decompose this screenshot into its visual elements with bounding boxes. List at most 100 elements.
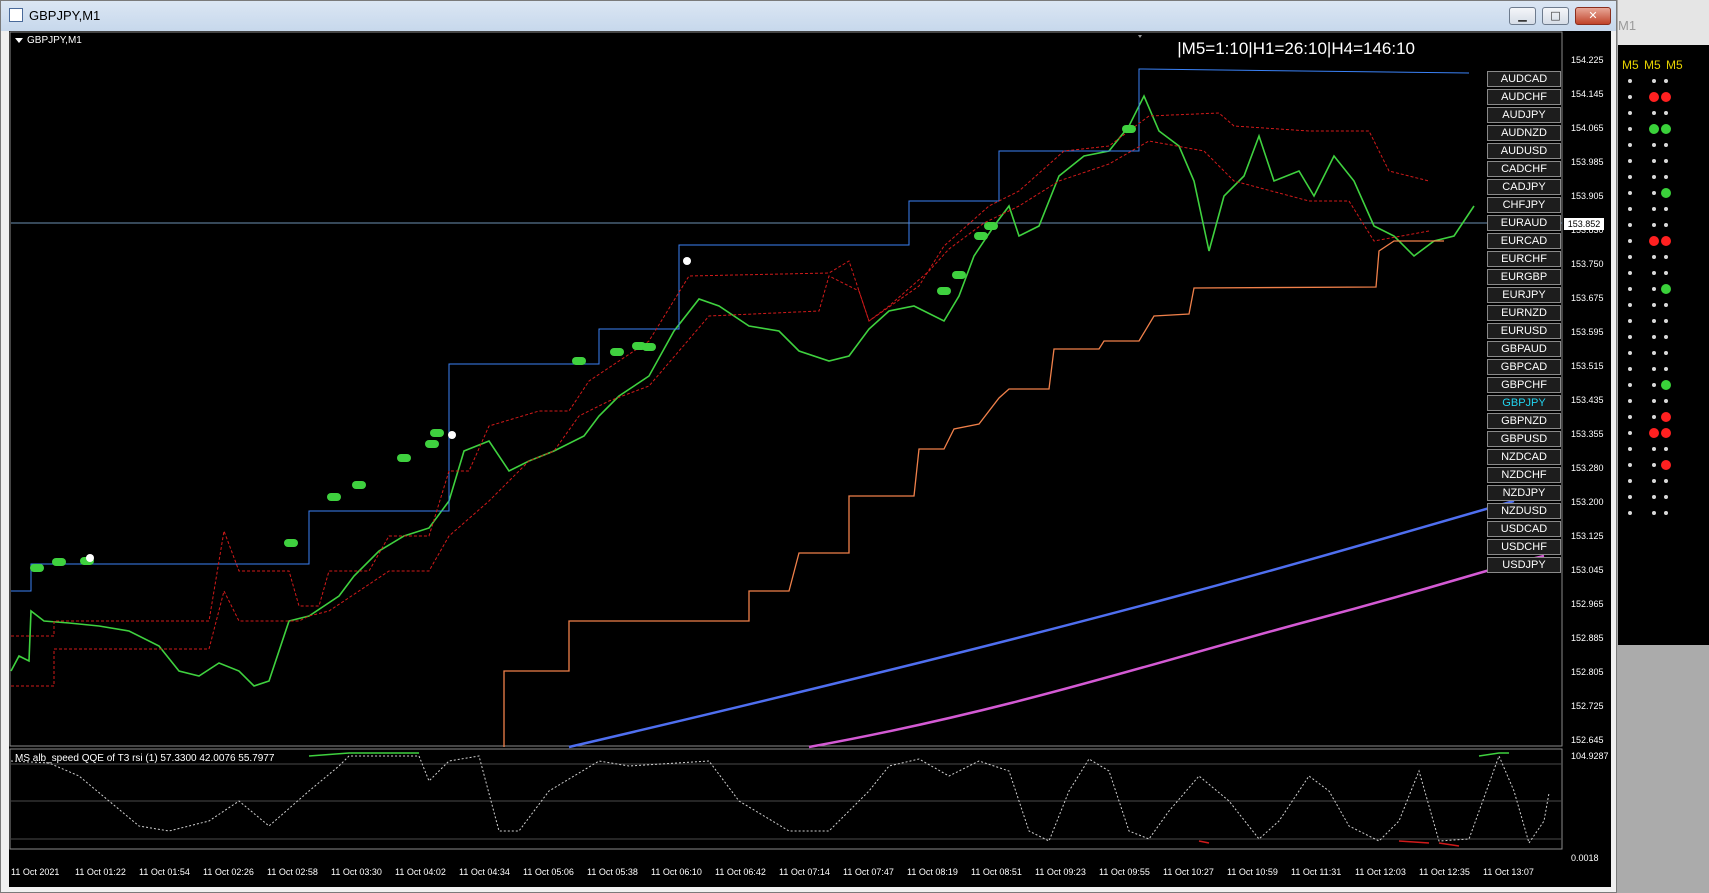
price-tick-label: 153.675 — [1571, 293, 1604, 303]
symbol-button-nzdusd[interactable]: NZDUSD — [1487, 503, 1561, 519]
price-panel-frame — [9, 31, 1563, 747]
signal-dot-white — [1652, 111, 1656, 115]
price-scale[interactable]: 154.225 154.145 154.065 153.985 153.905 153.8… — [1563, 31, 1611, 747]
symbol-button-chfjpy[interactable]: CHFJPY — [1487, 197, 1561, 213]
minimize-button[interactable]: ▁ — [1509, 7, 1536, 25]
symbol-button-gbpaud[interactable]: GBPAUD — [1487, 341, 1561, 357]
title-bar[interactable]: GBPJPY,M1 ▁ □ ✕ — [1, 1, 1616, 31]
signal-dot-white — [1652, 415, 1656, 419]
chart-canvas[interactable]: GBPJPY,M1 |M5=1:10|H1=26:10|H4=146:10 15… — [9, 31, 1611, 887]
signal-dot-white — [1652, 255, 1656, 259]
buy-signal-marker — [52, 558, 66, 566]
buy-signal-marker — [430, 429, 444, 437]
symbol-button-gbpjpy[interactable]: GBPJPY — [1487, 395, 1561, 411]
signal-dot-white — [1628, 463, 1632, 467]
signal-dot-red — [1661, 236, 1671, 246]
time-tick-label: 11 Oct 06:10 — [651, 867, 702, 877]
symbol-button-audusd[interactable]: AUDUSD — [1487, 143, 1561, 159]
symbol-button-gbpchf[interactable]: GBPCHF — [1487, 377, 1561, 393]
qqe-oversold-segment — [1398, 840, 1430, 844]
symbol-button-gbpnzd[interactable]: GBPNZD — [1487, 413, 1561, 429]
maximize-icon: □ — [1550, 9, 1561, 22]
signal-dot-white — [1664, 367, 1668, 371]
symbol-button-usdcad[interactable]: USDCAD — [1487, 521, 1561, 537]
symbol-button-cadjpy[interactable]: CADJPY — [1487, 179, 1561, 195]
symbol-button-cadchf[interactable]: CADCHF — [1487, 161, 1561, 177]
symbol-button-eurchf[interactable]: EURCHF — [1487, 251, 1561, 267]
symbol-button-usdchf[interactable]: USDCHF — [1487, 539, 1561, 555]
buy-signal-marker — [572, 357, 586, 365]
signal-dot-white — [1652, 383, 1656, 387]
buy-signal-marker — [984, 222, 998, 230]
side-window-title: M1 — [1618, 18, 1637, 33]
buy-signal-marker — [284, 539, 298, 547]
price-tick-label: 153.515 — [1571, 361, 1604, 371]
orange-step-line — [503, 240, 1444, 747]
signal-dot-white — [1628, 431, 1632, 435]
time-tick-label: 11 Oct 05:06 — [523, 867, 574, 877]
signal-dot-white — [1652, 335, 1656, 339]
symbol-button-eurnzd[interactable]: EURNZD — [1487, 305, 1561, 321]
signal-dot-white — [1664, 319, 1668, 323]
time-tick-label: 11 Oct 12:03 — [1355, 867, 1406, 877]
symbol-button-eurgbp[interactable]: EURGBP — [1487, 269, 1561, 285]
signal-dot-white — [1652, 271, 1656, 275]
symbol-button-audcad[interactable]: AUDCAD — [1487, 71, 1561, 87]
signal-dot-white — [1664, 495, 1668, 499]
signal-dot-white — [1628, 111, 1632, 115]
signal-dot-white — [1628, 287, 1632, 291]
signal-dot-white — [1628, 223, 1632, 227]
indicator-title: MS alb_speed QQE of T3 rsi (1) 57.3300 4… — [15, 753, 275, 764]
symbol-button-eurjpy[interactable]: EURJPY — [1487, 287, 1561, 303]
signal-dot-white — [1652, 351, 1656, 355]
price-tick-label: 153.750 — [1571, 259, 1604, 269]
time-tick-label: 11 Oct 03:30 — [331, 867, 382, 877]
symbol-button-euraud[interactable]: EURAUD — [1487, 215, 1561, 231]
buy-signal-marker — [30, 564, 44, 572]
chart-symbol-label[interactable]: GBPJPY,M1 — [15, 35, 82, 46]
symbol-button-audjpy[interactable]: AUDJPY — [1487, 107, 1561, 123]
signal-column-header: M5 — [1622, 58, 1639, 72]
signal-dot-white — [1628, 95, 1632, 99]
red-band-upper — [11, 112, 1430, 637]
signal-dot-white — [1628, 143, 1632, 147]
timeframe-countdown: |M5=1:10|H1=26:10|H4=146:10 — [1177, 39, 1415, 58]
buy-signal-marker — [952, 271, 966, 279]
signal-dot-green — [1661, 284, 1671, 294]
symbol-button-audchf[interactable]: AUDCHF — [1487, 89, 1561, 105]
signal-dot-white — [1664, 207, 1668, 211]
time-tick-label: 11 Oct 09:23 — [1035, 867, 1086, 877]
magenta-moving-average — [808, 554, 1545, 749]
symbol-button-eurusd[interactable]: EURUSD — [1487, 323, 1561, 339]
time-tick-label: 11 Oct 09:55 — [1099, 867, 1150, 877]
price-tick-label: 152.885 — [1571, 633, 1604, 643]
buy-signal-marker — [397, 454, 411, 462]
symbol-button-gbpusd[interactable]: GBPUSD — [1487, 431, 1561, 447]
close-button[interactable]: ✕ — [1575, 7, 1611, 25]
symbol-button-eurcad[interactable]: EURCAD — [1487, 233, 1561, 249]
signal-dot-white — [1652, 79, 1656, 83]
time-tick-label: 11 Oct 07:47 — [843, 867, 894, 877]
price-tick-label: 154.065 — [1571, 123, 1604, 133]
time-tick-label: 11 Oct 04:34 — [459, 867, 510, 877]
signal-dot-red — [1649, 236, 1659, 246]
maximize-button[interactable]: □ — [1542, 7, 1569, 25]
signal-dot-white — [1652, 463, 1656, 467]
symbol-button-gbpcad[interactable]: GBPCAD — [1487, 359, 1561, 375]
time-tick-label: 11 Oct 11:31 — [1291, 867, 1342, 877]
signal-dot-white — [1628, 399, 1632, 403]
price-tick-label: 153.125 — [1571, 531, 1604, 541]
signal-dot-white — [1652, 159, 1656, 163]
symbol-button-usdjpy[interactable]: USDJPY — [1487, 557, 1561, 573]
signal-dot-red — [1649, 428, 1659, 438]
signal-dot-white — [1652, 511, 1656, 515]
symbol-button-nzdchf[interactable]: NZDCHF — [1487, 467, 1561, 483]
signal-dot-white — [1664, 303, 1668, 307]
symbol-button-audnzd[interactable]: AUDNZD — [1487, 125, 1561, 141]
symbol-button-nzdjpy[interactable]: NZDJPY — [1487, 485, 1561, 501]
current-price-tag: 153.852 — [1564, 218, 1604, 230]
price-tick-label: 153.905 — [1571, 191, 1604, 201]
signal-dot-white — [1664, 255, 1668, 259]
symbol-button-nzdcad[interactable]: NZDCAD — [1487, 449, 1561, 465]
signal-dot-white — [1652, 447, 1656, 451]
